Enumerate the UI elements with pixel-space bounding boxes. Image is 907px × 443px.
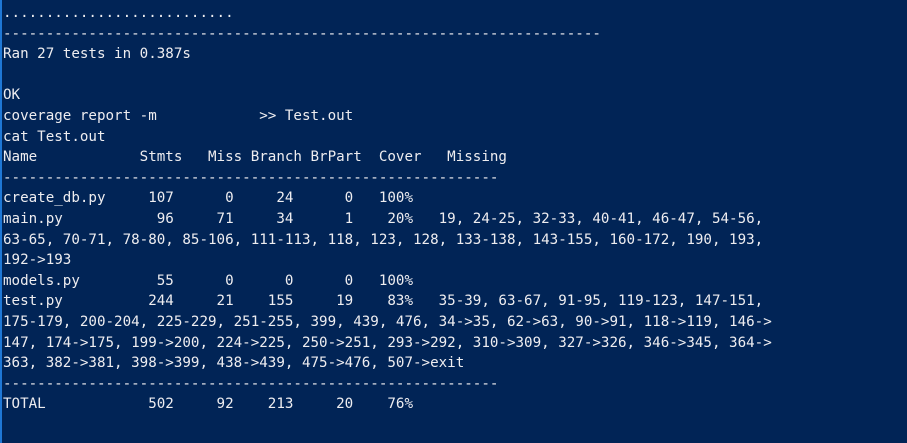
terminal-output: ........................... ------------… [2, 0, 907, 415]
coverage-row: models.py 55 0 0 0 100% [3, 272, 413, 289]
coverage-row: create_db.py 107 0 24 0 100% [3, 190, 413, 207]
coverage-row-continuation: 147, 174->175, 199->200, 224->225, 250->… [3, 334, 772, 351]
coverage-row-continuation: 192->193 [3, 252, 72, 269]
separator-line: ----------------------------------------… [3, 25, 601, 42]
coverage-total-row: TOTAL 502 92 213 20 76% [3, 396, 413, 413]
coverage-row-continuation: 175-179, 200-204, 225-229, 251-255, 399,… [3, 313, 772, 330]
coverage-row: main.py 96 71 34 1 20% 19, 24-25, 32-33,… [3, 210, 764, 227]
coverage-row: test.py 244 21 155 19 83% 35-39, 63-67, … [3, 293, 764, 310]
progress-dots: ........................... [3, 5, 234, 21]
coverage-table-header: Name Stmts Miss Branch BrPart Cover Miss… [3, 149, 507, 166]
coverage-table-separator: ----------------------------------------… [3, 169, 499, 186]
command-line: cat Test.out [3, 128, 106, 145]
coverage-row-continuation: 363, 382->381, 398->399, 438->439, 475->… [3, 355, 465, 372]
coverage-row-continuation: 63-65, 70-71, 78-80, 85-106, 111-113, 11… [3, 231, 764, 248]
test-run-summary: Ran 27 tests in 0.387s [3, 46, 191, 63]
test-status: OK [3, 87, 21, 104]
command-line: coverage report -m >> Test.out [3, 107, 354, 124]
terminal-window[interactable]: ........................... ------------… [0, 0, 907, 443]
coverage-table-separator: ----------------------------------------… [3, 375, 499, 392]
